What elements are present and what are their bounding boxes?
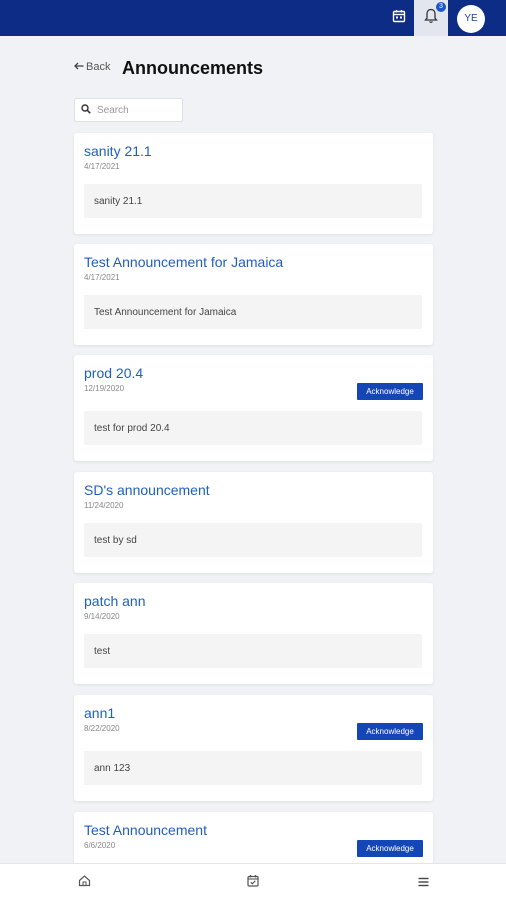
announcement-body: test bbox=[84, 634, 422, 668]
notification-count-badge: 3 bbox=[436, 2, 446, 12]
announcement-card: prod 20.4 12/19/2020 Acknowledge test fo… bbox=[74, 355, 433, 461]
bell-icon bbox=[424, 8, 438, 29]
nav-calendar[interactable] bbox=[244, 874, 262, 892]
announcement-date: 6/6/2020 bbox=[84, 841, 116, 850]
nav-menu[interactable] bbox=[414, 874, 432, 892]
announcement-title[interactable]: Test Announcement bbox=[84, 822, 207, 838]
announcement-title[interactable]: SD's announcement bbox=[84, 482, 210, 498]
calendar-button[interactable] bbox=[386, 6, 412, 30]
announcement-date: 8/22/2020 bbox=[84, 724, 120, 733]
announcement-title[interactable]: patch ann bbox=[84, 593, 146, 609]
announcement-title[interactable]: sanity 21.1 bbox=[84, 143, 152, 159]
page-title: Announcements bbox=[122, 58, 264, 78]
acknowledge-button[interactable]: Acknowledge bbox=[357, 840, 423, 857]
announcement-body: sanity 21.1 bbox=[84, 184, 422, 218]
search-icon bbox=[81, 101, 91, 119]
acknowledge-button[interactable]: Acknowledge bbox=[357, 383, 423, 400]
acknowledge-button[interactable]: Acknowledge bbox=[357, 723, 423, 740]
bottom-nav bbox=[0, 863, 506, 900]
search-box[interactable] bbox=[74, 98, 183, 122]
back-label: Back bbox=[86, 61, 111, 73]
announcement-title[interactable]: prod 20.4 bbox=[84, 365, 143, 381]
announcement-card: patch ann 9/14/2020 test bbox=[74, 583, 433, 684]
announcement-date: 9/14/2020 bbox=[84, 612, 120, 621]
calendar-icon bbox=[392, 9, 406, 28]
top-bar: 3 YE bbox=[0, 0, 506, 36]
topbar-edge bbox=[496, 0, 506, 36]
announcement-body: test by sd bbox=[84, 523, 422, 557]
announcement-title[interactable]: Test Announcement for Jamaica bbox=[84, 254, 283, 270]
announcement-card: SD's announcement 11/24/2020 test by sd bbox=[74, 472, 433, 573]
calendar-check-icon bbox=[247, 874, 259, 892]
announcement-card: Test Announcement for Jamaica 4/17/2021 … bbox=[74, 244, 433, 345]
announcement-body: Test Announcement for Jamaica bbox=[84, 295, 422, 329]
announcement-card: sanity 21.1 4/17/2021 sanity 21.1 bbox=[74, 133, 433, 234]
announcement-date: 12/19/2020 bbox=[84, 384, 125, 393]
search-input[interactable] bbox=[97, 104, 177, 116]
nav-home[interactable] bbox=[75, 874, 93, 892]
announcement-date: 11/24/2020 bbox=[84, 501, 124, 510]
announcement-body: test for prod 20.4 bbox=[84, 411, 422, 445]
announcement-date: 4/17/2021 bbox=[84, 162, 120, 171]
announcement-title[interactable]: ann1 bbox=[84, 705, 115, 721]
arrow-left-icon bbox=[74, 61, 84, 73]
user-avatar[interactable]: YE bbox=[457, 5, 485, 33]
announcement-card: ann1 8/22/2020 Acknowledge ann 123 bbox=[74, 695, 433, 801]
announcement-body: ann 123 bbox=[84, 751, 422, 785]
home-icon bbox=[78, 874, 91, 892]
menu-icon bbox=[418, 874, 429, 892]
announcement-date: 4/17/2021 bbox=[84, 273, 120, 282]
back-link[interactable]: Back bbox=[74, 61, 110, 73]
